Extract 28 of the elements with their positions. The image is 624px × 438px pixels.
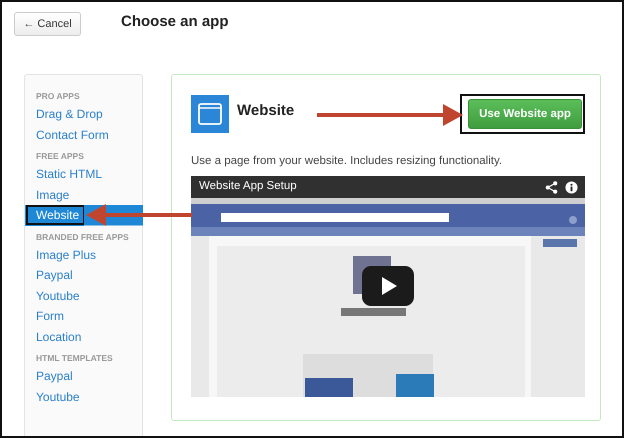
arrow-icon: [317, 102, 465, 128]
cancel-button[interactable]: ← Cancel: [14, 12, 81, 36]
sidebar-item[interactable]: Youtube: [25, 286, 80, 306]
info-icon[interactable]: [565, 181, 578, 194]
sidebar-item[interactable]: Paypal: [25, 265, 73, 286]
sidebar-item[interactable]: Image: [25, 184, 70, 205]
use-app-button[interactable]: Use Website app: [468, 99, 582, 129]
video-title: Website App Setup: [199, 180, 297, 192]
sidebar-item[interactable]: Location: [25, 326, 82, 347]
play-button-icon[interactable]: [362, 266, 414, 306]
window-icon: [191, 95, 229, 133]
sidebar-item[interactable]: Drag & Drop: [25, 104, 103, 124]
sidebar-item[interactable]: Website: [25, 205, 84, 226]
sidebar-item[interactable]: Form: [25, 306, 64, 326]
sidebar-item[interactable]: Youtube: [25, 386, 80, 407]
page-title: Choose an app: [121, 12, 229, 30]
sidebar-item[interactable]: Static HTML: [25, 164, 102, 184]
sidebar-item[interactable]: Contact Form: [25, 124, 109, 145]
app-name: Website: [237, 102, 294, 118]
section-heading: PRO APPS: [35, 90, 81, 103]
section-heading: BRANDED FREE APPS: [35, 230, 130, 244]
share-icon[interactable]: [545, 181, 558, 194]
app-description: Use a page from your website. Includes resizing functionality.: [191, 155, 504, 167]
section-heading: HTML TEMPLATES: [35, 352, 114, 365]
section-heading: FREE APPS: [35, 150, 85, 163]
sidebar-item[interactable]: Image Plus: [25, 244, 96, 265]
sidebar-item[interactable]: Paypal: [25, 366, 73, 386]
video-player[interactable]: Website App Setup: [191, 176, 585, 397]
